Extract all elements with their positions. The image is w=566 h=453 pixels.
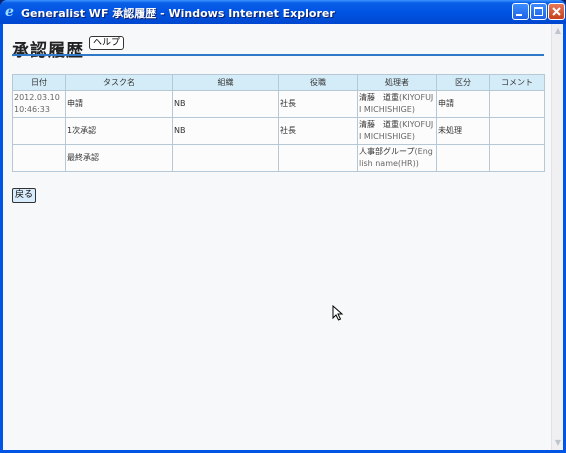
table-row: 1次承認 NB 社長 清藤 道重(KIYOFUJI MICHISHIGE) 未処… [12, 117, 545, 145]
cell-handler: 人事部グループ(English name(HR)) [357, 144, 437, 172]
handler-name: 清藤 道重 [359, 93, 399, 102]
cell-handler: 清藤 道重(KIYOFUJI MICHISHIGE) [357, 90, 437, 118]
handler-name: 清藤 道重 [359, 120, 399, 129]
help-button[interactable]: ヘルプ [89, 36, 125, 50]
cell-role: 社長 [278, 117, 358, 145]
cell-task: 最終承認 [65, 144, 173, 172]
scroll-up-arrow-icon[interactable]: ▲ [553, 26, 563, 36]
browser-window: e Generalist WF 承認履歴 - Windows Internet … [0, 0, 566, 453]
approval-history-table: 日付 タスク名 組織 役職 処理者 区分 コメント 2012.03.10 10:… [12, 74, 545, 172]
minimize-icon [516, 14, 522, 16]
column-header-role: 役職 [278, 74, 358, 91]
scroll-down-arrow-icon[interactable]: ▼ [553, 438, 563, 448]
cell-org: NB [172, 117, 279, 145]
cell-comment [489, 90, 545, 118]
mouse-cursor-icon [332, 305, 344, 321]
window-title: Generalist WF 承認履歴 - Windows Internet Ex… [21, 7, 335, 20]
cell-comment [489, 144, 545, 172]
title-divider [12, 54, 544, 56]
cell-date [12, 144, 66, 172]
handler-name: 人事部グループ [359, 147, 415, 156]
minimize-button[interactable] [512, 3, 529, 20]
page-content: 承認履歴 ヘルプ 日付 タスク名 組織 役職 処理者 区分 コメント 2012.… [3, 24, 563, 450]
ie-icon: e [5, 4, 14, 20]
cell-status [436, 144, 490, 172]
cell-role: 社長 [278, 90, 358, 118]
cell-date: 2012.03.10 10:46:33 [12, 90, 66, 118]
column-header-comment: コメント [489, 74, 545, 91]
cell-comment [489, 117, 545, 145]
cell-role [278, 144, 358, 172]
column-header-org: 組織 [172, 74, 279, 91]
column-header-status: 区分 [436, 74, 490, 91]
cell-status: 未処理 [436, 117, 490, 145]
back-button[interactable]: 戻る [12, 188, 37, 203]
close-icon [552, 7, 561, 16]
maximize-icon [534, 7, 543, 16]
table-row: 2012.03.10 10:46:33 申請 NB 社長 清藤 道重(KIYOF… [12, 90, 545, 118]
maximize-button[interactable] [530, 3, 547, 20]
column-header-task: タスク名 [65, 74, 173, 91]
column-header-handler: 処理者 [357, 74, 437, 91]
close-button[interactable] [548, 3, 565, 20]
cell-org: NB [172, 90, 279, 118]
page-title: 承認履歴 [12, 41, 84, 61]
vertical-scrollbar[interactable]: ▲ ▼ [551, 24, 563, 450]
cell-org [172, 144, 279, 172]
cell-task: 1次承認 [65, 117, 173, 145]
table-header-row: 日付 タスク名 組織 役職 処理者 区分 コメント [12, 74, 545, 91]
cell-status: 申請 [436, 90, 490, 118]
title-bar[interactable]: e Generalist WF 承認履歴 - Windows Internet … [0, 0, 566, 24]
cell-task: 申請 [65, 90, 173, 118]
cell-date [12, 117, 66, 145]
table-row: 最終承認 人事部グループ(English name(HR)) [12, 144, 545, 172]
cell-handler: 清藤 道重(KIYOFUJI MICHISHIGE) [357, 117, 437, 145]
column-header-date: 日付 [12, 74, 66, 91]
